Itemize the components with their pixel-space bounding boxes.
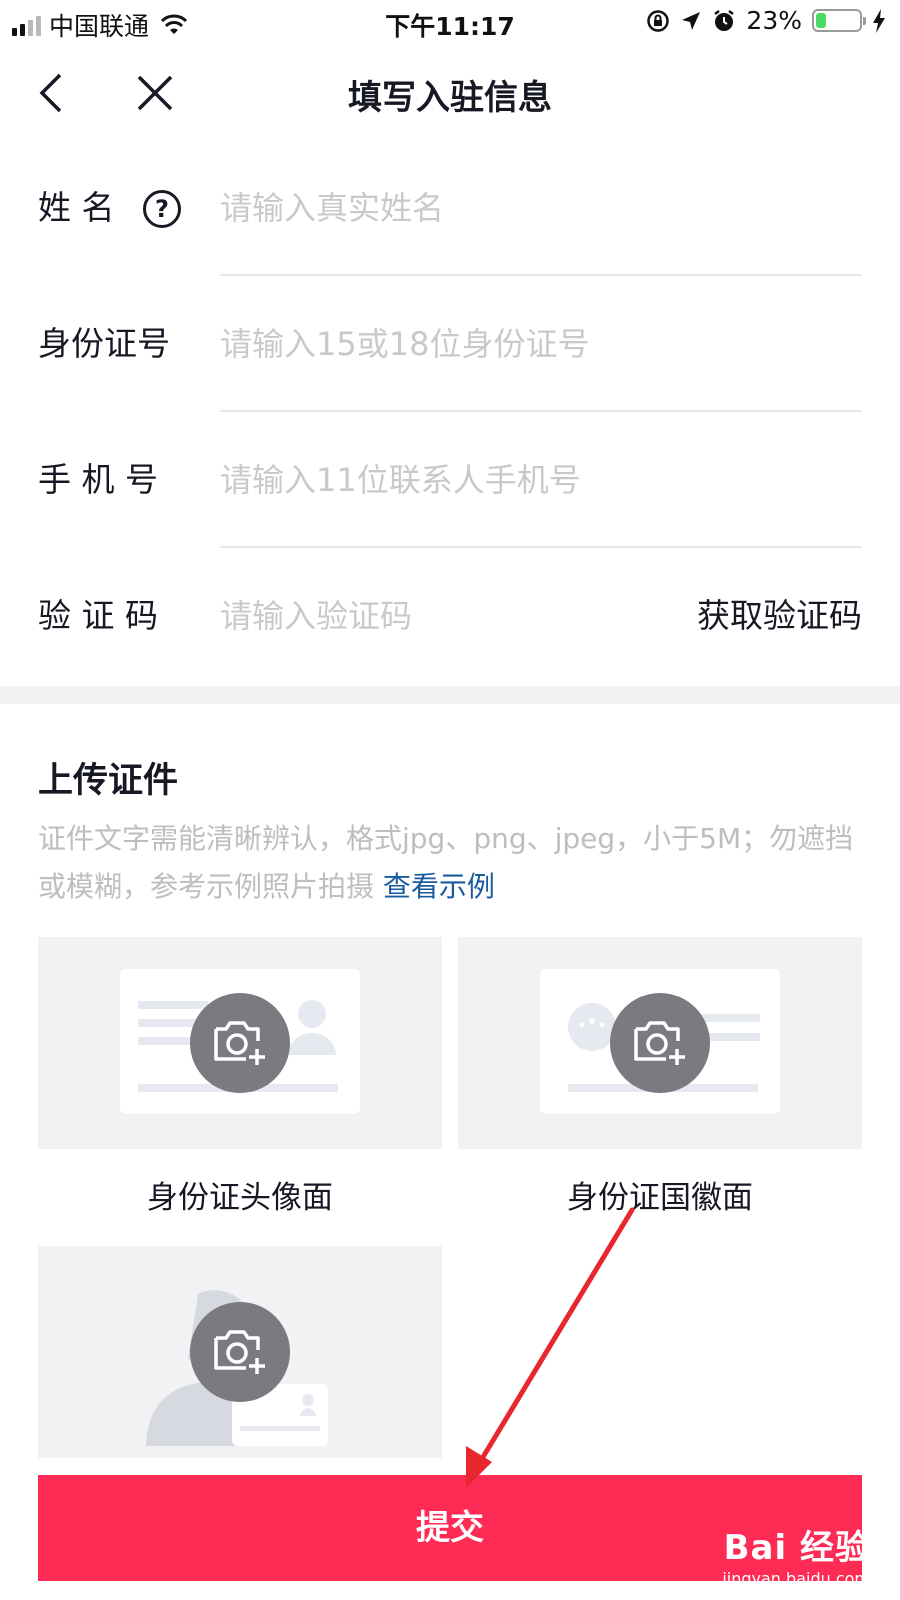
- upload-title: 上传证件: [38, 761, 179, 801]
- watermark-url: jingyan.baidu.com: [722, 1569, 870, 1588]
- name-row: 姓 名 ? 请输入真实姓名: [0, 140, 900, 276]
- id-number-input[interactable]: 请输入15或18位身份证号: [220, 276, 589, 412]
- camera-add-icon: [190, 993, 290, 1093]
- upload-description: 证件文字需能清晰辨认，格式jpg、png、jpeg，小于5M；勿遮挡或模糊，参考…: [38, 815, 868, 911]
- location-icon: [682, 11, 701, 30]
- verify-code-row: 验 证 码 请输入验证码 获取验证码: [0, 548, 900, 684]
- alarm-icon: [714, 9, 735, 31]
- view-example-link[interactable]: 查看示例: [383, 870, 495, 903]
- id-number-row: 身份证号 请输入15或18位身份证号: [0, 276, 900, 412]
- submit-label: 提交: [416, 1508, 484, 1548]
- watermark-brand: Bai 经验: [723, 1528, 870, 1568]
- id-front-upload-card[interactable]: [38, 937, 442, 1149]
- verify-code-label: 验 证 码: [38, 596, 158, 635]
- nav-bar: 填写入驻信息: [0, 52, 900, 134]
- section-divider: [0, 686, 900, 704]
- status-bar: 中国联通 下午11:17 23%: [0, 0, 900, 46]
- page: 中国联通 下午11:17 23% 填写入驻信息 姓 名 ? 请输入真实姓名 身份…: [0, 0, 900, 1600]
- phone-row: 手 机 号 请输入11位联系人手机号: [0, 412, 900, 548]
- verify-code-input[interactable]: 请输入验证码: [220, 548, 412, 684]
- name-label: 姓 名: [38, 188, 115, 227]
- id-front-label: 身份证头像面: [147, 1180, 333, 1216]
- handheld-id-upload-card[interactable]: [38, 1246, 442, 1458]
- watermark-logo: Bai 经验 jingyan.baidu.com: [722, 1520, 870, 1588]
- battery-fill: [816, 13, 826, 28]
- id-back-upload-card[interactable]: [458, 937, 862, 1149]
- name-input[interactable]: 请输入真实姓名: [220, 140, 444, 276]
- camera-add-icon: [190, 1302, 290, 1402]
- get-code-button[interactable]: 获取验证码: [697, 548, 862, 684]
- page-title: 填写入驻信息: [348, 78, 552, 118]
- charging-icon: [873, 8, 885, 33]
- question-icon[interactable]: ?: [143, 190, 181, 228]
- id-number-label: 身份证号: [38, 324, 170, 363]
- camera-add-icon: [610, 993, 710, 1093]
- battery-percent: 23%: [746, 6, 802, 35]
- phone-input[interactable]: 请输入11位联系人手机号: [220, 412, 581, 548]
- rotation-lock-icon: [647, 9, 670, 32]
- battery-icon: [812, 9, 866, 32]
- phone-label: 手 机 号: [38, 460, 158, 499]
- status-right: 23%: [646, 6, 886, 35]
- id-back-label: 身份证国徽面: [567, 1180, 753, 1216]
